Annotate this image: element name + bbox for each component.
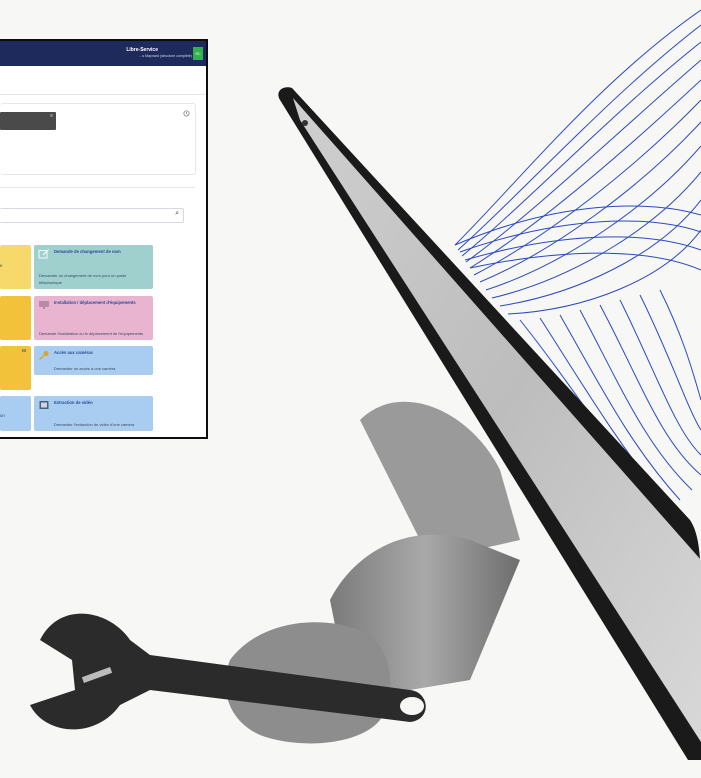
screenshot-frame: Libre-Service ...s Maynard (structure co… <box>0 39 701 439</box>
tile-video-extraction[interactable]: Extraction de vidéo Demander l'extractio… <box>34 396 153 431</box>
film-icon <box>39 401 49 409</box>
tile-partial-4[interactable]: un <box>0 396 31 431</box>
sub-header <box>0 66 206 95</box>
tile-camera-access[interactable]: Accès aux caméras Demander un accès à un… <box>34 346 153 375</box>
tile-equipment-install[interactable]: Installation / déplacement d'équipements… <box>34 296 153 340</box>
tile-title: Extraction de vidéo <box>54 400 93 405</box>
tile-partial-1[interactable]: e <box>0 245 31 289</box>
avatar-initials: RC <box>195 51 201 56</box>
tile-title: Accès aux caméras <box>54 350 93 355</box>
edit-icon <box>38 249 49 259</box>
service-title: Libre-Service <box>126 47 158 53</box>
menu-icon[interactable]: ≡ <box>50 114 53 119</box>
tile-name-change[interactable]: Demande de changement de nom Demander un… <box>34 245 153 289</box>
top-navigation-bar: Libre-Service ...s Maynard (structure co… <box>0 41 206 66</box>
tile-partial-fragment: e <box>0 263 3 268</box>
app-window: Libre-Service ...s Maynard (structure co… <box>0 39 208 439</box>
history-icon[interactable] <box>183 110 190 117</box>
avatar[interactable]: RC <box>193 47 203 60</box>
dark-field[interactable]: ≡ <box>0 112 56 130</box>
hand-with-wrench <box>30 401 520 744</box>
tile-description: Demander un accès à une caméra <box>54 365 116 371</box>
tile-title: Demande de changement de nom <box>54 249 121 254</box>
summary-card: ≡ <box>0 103 196 175</box>
tile-title: Installation / déplacement d'équipements <box>54 300 136 305</box>
tile-partial-3[interactable]: nt <box>0 346 31 390</box>
tile-partial-fragment: nt <box>22 348 26 353</box>
monitor-icon <box>39 301 49 309</box>
tile-description: Demander un changement de nom pour un po… <box>39 273 127 285</box>
tile-description: Demander l'extraction de vidéo d'une cam… <box>54 421 135 427</box>
search-icon[interactable]: ⌕ <box>175 210 179 218</box>
tile-partial-2[interactable] <box>0 296 31 340</box>
search-input[interactable]: ⌕ <box>0 208 184 223</box>
tile-partial-fragment: un <box>0 413 5 418</box>
catalog-card: ⌕ e nt un Demande de changement de nom D… <box>0 187 195 437</box>
key-icon <box>39 350 49 360</box>
tile-description: Demande l'installation ou le déplacement… <box>39 330 144 336</box>
user-name[interactable]: ...s Maynard (structure complète) <box>139 54 192 58</box>
